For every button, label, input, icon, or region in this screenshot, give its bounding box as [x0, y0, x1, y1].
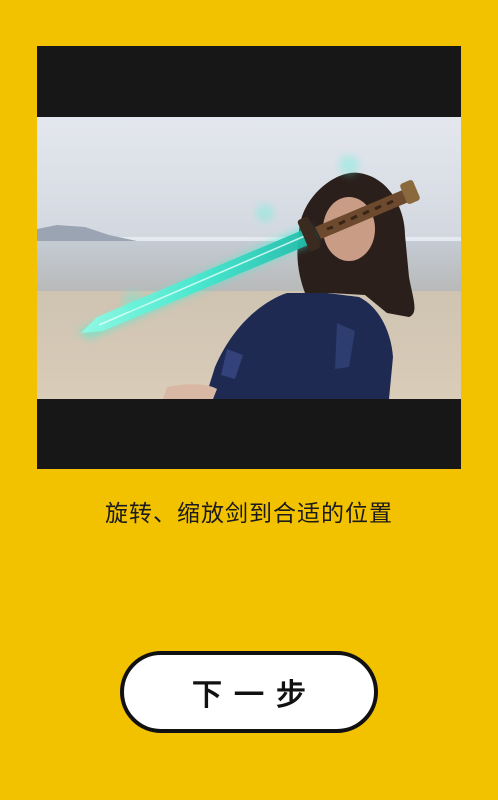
photo-illustration — [37, 117, 461, 399]
hand — [163, 384, 217, 399]
instruction-text: 旋转、缩放剑到合适的位置 — [105, 501, 393, 527]
glow-swirl — [256, 204, 274, 222]
next-step-label: 下一步 — [192, 678, 318, 713]
photo-canvas[interactable] — [37, 117, 461, 399]
image-preview-frame — [37, 46, 461, 469]
glow-swirl — [123, 291, 143, 311]
next-step-button[interactable]: 下一步 — [120, 651, 378, 733]
glow-swirl — [339, 155, 359, 175]
sword-edit-screen: 旋转、缩放剑到合适的位置 下一步 — [0, 0, 498, 800]
